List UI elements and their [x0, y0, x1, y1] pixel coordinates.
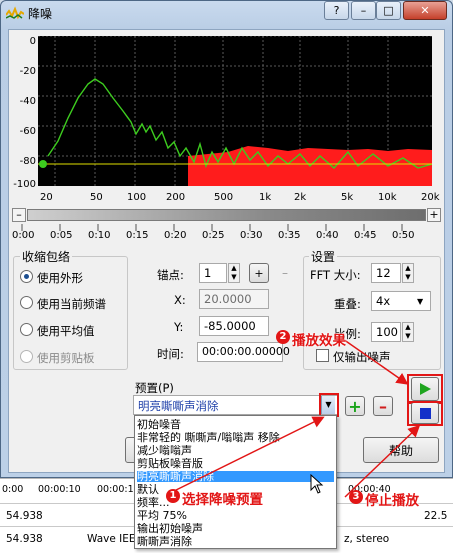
step-badge-3: 3 [349, 490, 363, 504]
annotation-play-effect: 播放效果 [292, 333, 346, 349]
step-badge-1: 1 [166, 489, 180, 503]
annotation-arrows [169, 336, 421, 498]
step-badge-2: 2 [276, 330, 290, 344]
annotation-select-preset: 选择降噪预置 [182, 492, 263, 508]
annotation-stop-playback: 停止播放 [365, 493, 419, 509]
